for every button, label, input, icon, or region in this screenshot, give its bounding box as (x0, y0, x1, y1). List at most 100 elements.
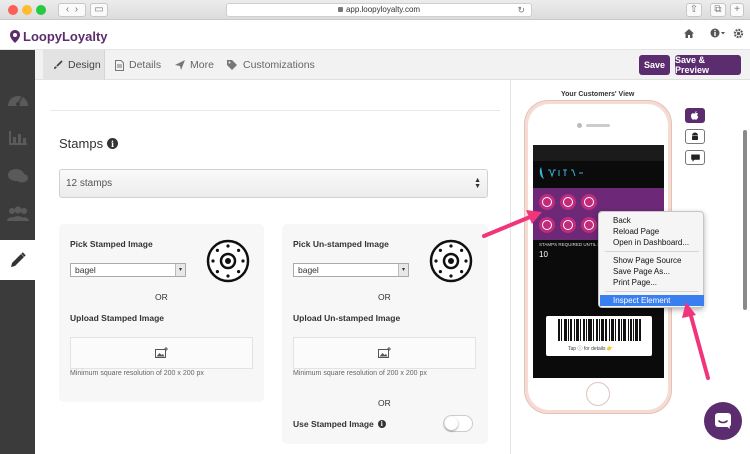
context-item-print-page[interactable]: Print Page... (600, 277, 704, 288)
brush-icon (54, 60, 63, 69)
ios-preview-button[interactable] (685, 108, 705, 123)
context-item-page-source[interactable]: Show Page Source (600, 255, 704, 266)
chevron-left-icon: ‹ (65, 4, 70, 15)
zoom-window-button[interactable] (36, 5, 46, 15)
chat-icon (7, 169, 28, 183)
save-button[interactable]: Save (639, 55, 670, 75)
sidebar-item-reports[interactable] (0, 120, 35, 156)
info-menu-button[interactable] (710, 28, 726, 41)
info-icon (710, 28, 725, 38)
camera-icon (577, 123, 582, 128)
context-separator (605, 291, 699, 292)
new-tab-button[interactable]: + (730, 3, 744, 17)
paper-plane-icon (175, 60, 185, 70)
message-preview-button[interactable] (685, 150, 705, 165)
pick-stamped-label: Pick Stamped Image (70, 239, 153, 249)
tabs-overview-button[interactable]: ⧉ (710, 3, 726, 17)
apple-icon (691, 111, 699, 120)
tabs-icon: ⧉ (714, 4, 722, 15)
android-preview-button[interactable] (685, 129, 705, 144)
save-preview-button[interactable]: Save & Preview (675, 55, 741, 75)
lock-icon (337, 7, 343, 12)
scrollbar[interactable] (743, 130, 747, 310)
or-separator: OR (378, 292, 391, 302)
chevron-down-icon: ▾ (175, 264, 185, 276)
section-title-text: Stamps (59, 136, 104, 151)
sidebar-toggle-button[interactable]: ▭ (90, 3, 108, 17)
context-menu: Back Reload Page Open in Dashboard... Sh… (598, 211, 704, 308)
map-pin-icon (10, 29, 20, 43)
context-item-back[interactable]: Back (600, 215, 704, 226)
bagel-unstamped-icon (429, 239, 473, 283)
chevron-down-icon: ▾ (398, 264, 408, 276)
context-item-open-dashboard[interactable]: Open in Dashboard... (600, 237, 704, 248)
stamp-slot (560, 217, 576, 233)
card-header-bar (533, 145, 664, 161)
preview-title: Your Customers' View (561, 91, 635, 98)
context-separator (605, 251, 699, 252)
use-stamped-toggle[interactable] (443, 415, 473, 432)
sidebar-item-dashboard[interactable] (0, 82, 35, 118)
tab-bar: Design Details More Customizations Save … (35, 50, 750, 80)
stamp-slot (581, 194, 597, 210)
home-icon[interactable] (684, 29, 694, 41)
browser-toolbar: ‹ › ▭ app.loopyloyalty.com ↻ ⇧ ⧉ + (0, 0, 750, 20)
sidebar-item-customers[interactable] (0, 196, 35, 232)
stamp-slot (581, 217, 597, 233)
logo[interactable]: LoopyLoyalty (10, 28, 108, 44)
close-window-button[interactable] (8, 5, 18, 15)
share-icon: ⇧ (689, 4, 699, 15)
context-item-save-page[interactable]: Save Page As... (600, 266, 704, 277)
dashboard-icon (7, 96, 28, 106)
chat-bubble-icon (715, 413, 731, 429)
info-icon[interactable]: i (377, 420, 386, 428)
address-bar[interactable]: app.loopyloyalty.com ↻ (226, 3, 532, 17)
unstamped-image-select[interactable]: bagel ▾ (293, 263, 409, 277)
tag-icon (227, 60, 237, 70)
stamps-count-value: 12 stamps (66, 178, 113, 189)
tab-customizations[interactable]: Customizations (227, 50, 347, 80)
use-stamped-label: Use Stamped Image i (293, 419, 386, 429)
stamped-image-dropzone[interactable] (70, 337, 253, 369)
annotation-arrow-left (482, 210, 542, 238)
resolution-hint: Minimum square resolution of 200 x 200 p… (293, 370, 427, 377)
android-icon (692, 132, 698, 140)
chart-icon (8, 131, 27, 145)
tab-design[interactable]: Design (43, 50, 105, 80)
sidebar-item-design[interactable] (0, 240, 35, 280)
pencil-icon (10, 252, 26, 267)
plus-icon: + (734, 4, 740, 15)
context-item-reload[interactable]: Reload Page (600, 226, 704, 237)
stamp-slot (560, 194, 576, 210)
add-image-icon (377, 347, 391, 358)
sidebar-icon: ▭ (94, 4, 104, 15)
bagel-stamp-icon (206, 239, 250, 283)
stamps-count-select[interactable]: 12 stamps ▲ ▼ (59, 169, 488, 198)
back-forward-buttons[interactable]: ‹ › (58, 3, 86, 17)
minimize-window-button[interactable] (22, 5, 32, 15)
chevron-right-icon: › (74, 4, 79, 15)
support-chat-button[interactable] (704, 402, 742, 440)
app-header: LoopyLoyalty (0, 20, 750, 50)
toggle-knob (445, 417, 458, 430)
tap-for-details-text: Tap ⓘ for details 👉 (568, 346, 614, 352)
or-separator: OR (155, 292, 168, 302)
unstamped-image-dropzone[interactable] (293, 337, 476, 369)
url-text: app.loopyloyalty.com (345, 5, 421, 14)
info-icon[interactable]: i (107, 138, 119, 149)
document-icon (115, 59, 124, 71)
divider (50, 110, 500, 111)
tab-label: Design (68, 59, 101, 71)
tab-more[interactable]: More (175, 50, 235, 80)
barcode-icon (558, 319, 641, 341)
reload-icon[interactable]: ↻ (517, 4, 525, 16)
brand-name: LoopyLoyalty (23, 28, 108, 44)
share-button[interactable]: ⇧ (686, 3, 702, 17)
speaker-icon (586, 124, 610, 127)
tab-label: Customizations (243, 59, 315, 71)
settings-icon[interactable] (733, 28, 744, 42)
sidebar-item-messages[interactable] (0, 158, 35, 194)
tab-label: More (190, 59, 214, 71)
home-button (586, 382, 610, 406)
stamped-image-select[interactable]: bagel ▾ (70, 263, 186, 277)
